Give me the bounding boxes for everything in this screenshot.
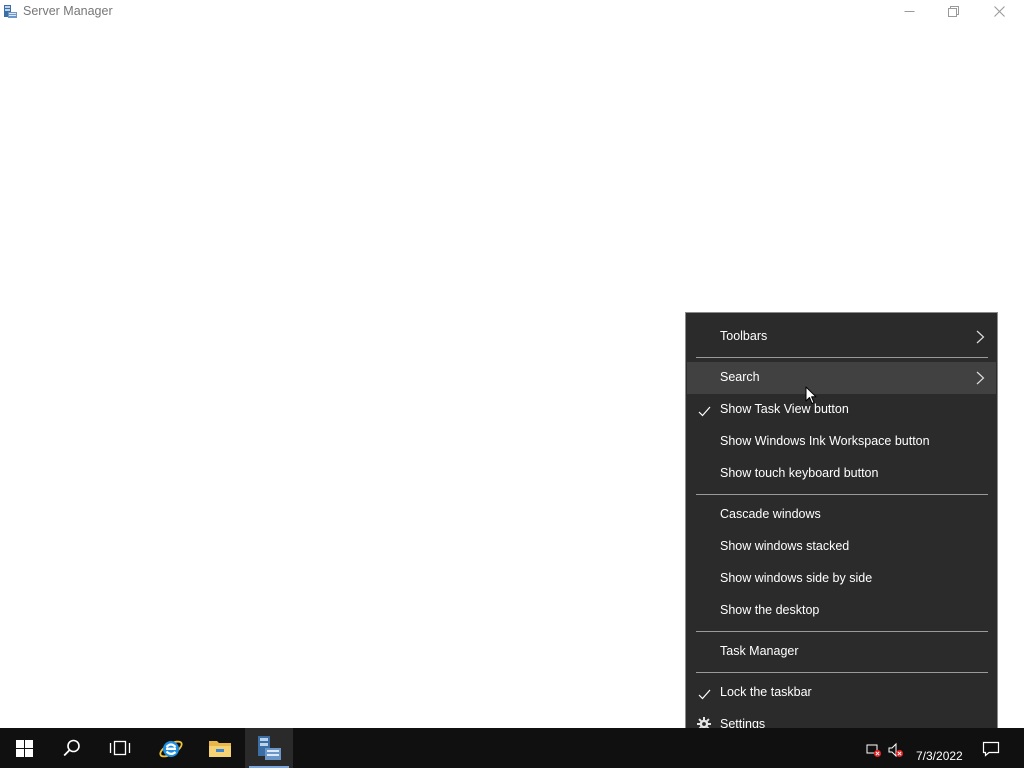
menu-item-lock-taskbar[interactable]: Lock the taskbar (687, 677, 996, 709)
menu-item-search[interactable]: Search (687, 362, 996, 394)
menu-item-label: Cascade windows (720, 507, 821, 521)
chevron-right-icon (976, 371, 985, 390)
server-manager-taskbar-button[interactable] (245, 728, 293, 768)
task-view-button[interactable] (96, 728, 144, 768)
minimize-icon (904, 6, 915, 17)
taskbar-clock-date[interactable]: 7/3/2022 (916, 749, 963, 763)
menu-item-label: Show Task View button (720, 402, 849, 416)
chevron-right-icon (976, 330, 985, 349)
menu-item-label: Lock the taskbar (720, 685, 812, 699)
search-icon (63, 739, 81, 757)
menu-item-show-task-view[interactable]: Show Task View button (687, 394, 996, 426)
menu-item-show-windows-side-by-side[interactable]: Show windows side by side (687, 563, 996, 595)
task-view-icon (109, 740, 131, 756)
volume-muted-icon[interactable] (888, 742, 904, 763)
menu-item-label: Search (720, 370, 760, 384)
checkmark-icon (698, 687, 711, 705)
title-bar: Server Manager (0, 0, 1024, 24)
menu-item-show-windows-stacked[interactable]: Show windows stacked (687, 531, 996, 563)
search-button[interactable] (48, 728, 96, 768)
restore-icon (947, 5, 959, 17)
menu-item-show-touch-keyboard[interactable]: Show touch keyboard button (687, 458, 996, 490)
menu-item-label: Show touch keyboard button (720, 466, 879, 480)
menu-item-toolbars[interactable]: Toolbars (687, 321, 996, 353)
file-explorer-button[interactable] (196, 728, 244, 768)
menu-separator (696, 631, 988, 632)
file-explorer-icon (208, 738, 232, 758)
minimize-button[interactable] (886, 0, 932, 22)
menu-separator (696, 357, 988, 358)
restore-button[interactable] (930, 0, 976, 22)
internet-explorer-icon (158, 735, 184, 761)
menu-item-label: Show windows side by side (720, 571, 873, 585)
menu-separator (696, 494, 988, 495)
mouse-cursor-icon (805, 386, 817, 410)
menu-item-show-ink-workspace[interactable]: Show Windows Ink Workspace button (687, 426, 996, 458)
menu-separator (696, 672, 988, 673)
menu-item-cascade-windows[interactable]: Cascade windows (687, 499, 996, 531)
action-center-icon[interactable] (982, 740, 1000, 763)
internet-explorer-button[interactable] (147, 728, 195, 768)
menu-item-label: Toolbars (720, 329, 768, 343)
window-title: Server Manager (23, 4, 113, 18)
server-manager-icon (3, 4, 18, 19)
menu-item-label: Show Windows Ink Workspace button (720, 434, 930, 448)
close-icon (993, 5, 1005, 17)
checkmark-icon (698, 404, 711, 422)
start-button[interactable] (0, 728, 48, 768)
menu-item-task-manager[interactable]: Task Manager (687, 636, 996, 668)
menu-item-label: Show the desktop (720, 603, 820, 617)
windows-logo-icon (15, 739, 33, 757)
network-error-icon[interactable] (866, 742, 882, 763)
close-button[interactable] (976, 0, 1022, 22)
menu-item-label: Show windows stacked (720, 539, 850, 553)
taskbar-context-menu: Toolbars Search Show Task View button Sh… (685, 312, 998, 749)
menu-item-label: Task Manager (720, 644, 799, 658)
menu-item-show-desktop[interactable]: Show the desktop (687, 595, 996, 627)
server-manager-icon (256, 735, 282, 761)
